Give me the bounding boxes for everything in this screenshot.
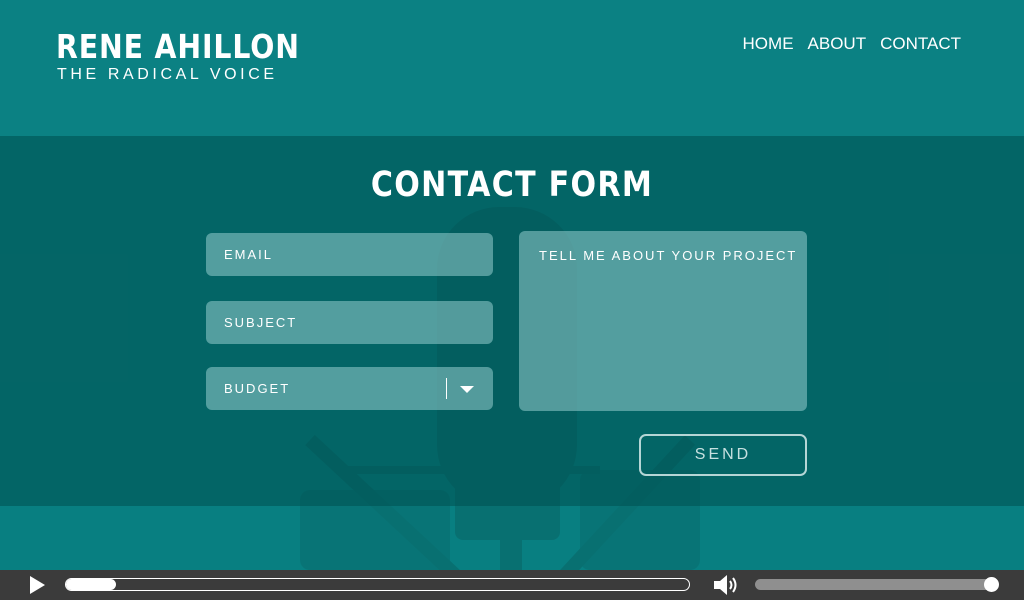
playback-progress-fill xyxy=(66,579,116,590)
nav-about-link[interactable]: ABOUT xyxy=(808,34,867,54)
contact-form-title: CONTACT FORM xyxy=(370,165,654,205)
send-button[interactable]: SEND xyxy=(639,434,807,476)
budget-select-divider xyxy=(446,378,447,399)
main-nav: HOME ABOUT CONTACT xyxy=(743,34,961,54)
budget-select-label: BUDGET xyxy=(224,381,291,396)
volume-icon[interactable] xyxy=(713,573,739,597)
project-message-textarea[interactable] xyxy=(519,231,807,411)
chevron-down-icon[interactable] xyxy=(460,386,474,393)
brand-name: RENE AHILLON xyxy=(56,27,300,66)
volume-slider[interactable] xyxy=(755,577,1000,592)
subject-input[interactable] xyxy=(206,301,493,344)
email-input[interactable] xyxy=(206,233,493,276)
nav-contact-link[interactable]: CONTACT xyxy=(880,34,961,54)
budget-select[interactable]: BUDGET xyxy=(206,367,493,410)
nav-home-link[interactable]: HOME xyxy=(743,34,794,54)
brand-tagline: THE RADICAL VOICE xyxy=(57,66,278,83)
playback-progress-bar[interactable] xyxy=(65,578,690,591)
play-icon[interactable] xyxy=(28,576,46,594)
